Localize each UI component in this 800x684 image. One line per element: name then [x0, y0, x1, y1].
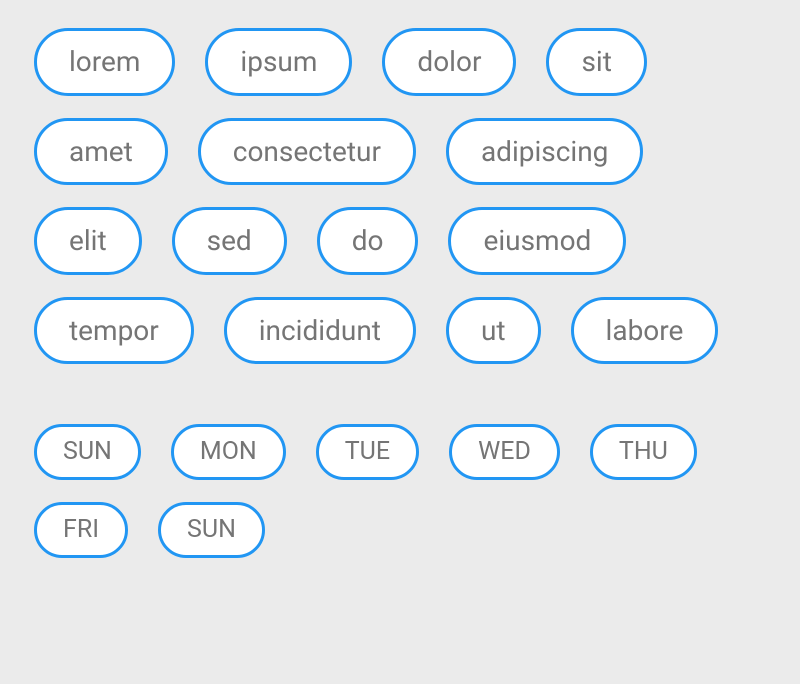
chip-ipsum[interactable]: ipsum	[205, 28, 352, 96]
chip-tue[interactable]: TUE	[316, 424, 419, 480]
chip-group-words: lorem ipsum dolor sit amet consectetur a…	[34, 28, 766, 364]
chip-mon[interactable]: MON	[171, 424, 286, 480]
chip-sit[interactable]: sit	[546, 28, 646, 96]
chip-amet[interactable]: amet	[34, 118, 168, 186]
chip-adipiscing[interactable]: adipiscing	[446, 118, 643, 186]
chip-wed[interactable]: WED	[449, 424, 560, 480]
chip-sun-2[interactable]: SUN	[158, 502, 265, 558]
chip-thu[interactable]: THU	[590, 424, 697, 480]
chip-ut[interactable]: ut	[446, 297, 541, 365]
chip-do[interactable]: do	[317, 207, 419, 275]
chip-dolor[interactable]: dolor	[382, 28, 516, 96]
chip-labore[interactable]: labore	[571, 297, 719, 365]
group-separator	[34, 364, 766, 424]
chip-group-days: SUN MON TUE WED THU FRI SUN	[34, 424, 766, 558]
chip-eiusmod[interactable]: eiusmod	[448, 207, 626, 275]
chip-fri[interactable]: FRI	[34, 502, 128, 558]
chip-elit[interactable]: elit	[34, 207, 142, 275]
chip-lorem[interactable]: lorem	[34, 28, 175, 96]
chip-consectetur[interactable]: consectetur	[198, 118, 416, 186]
chip-tempor[interactable]: tempor	[34, 297, 194, 365]
chip-incididunt[interactable]: incididunt	[224, 297, 416, 365]
chip-sed[interactable]: sed	[172, 207, 287, 275]
chip-sun[interactable]: SUN	[34, 424, 141, 480]
